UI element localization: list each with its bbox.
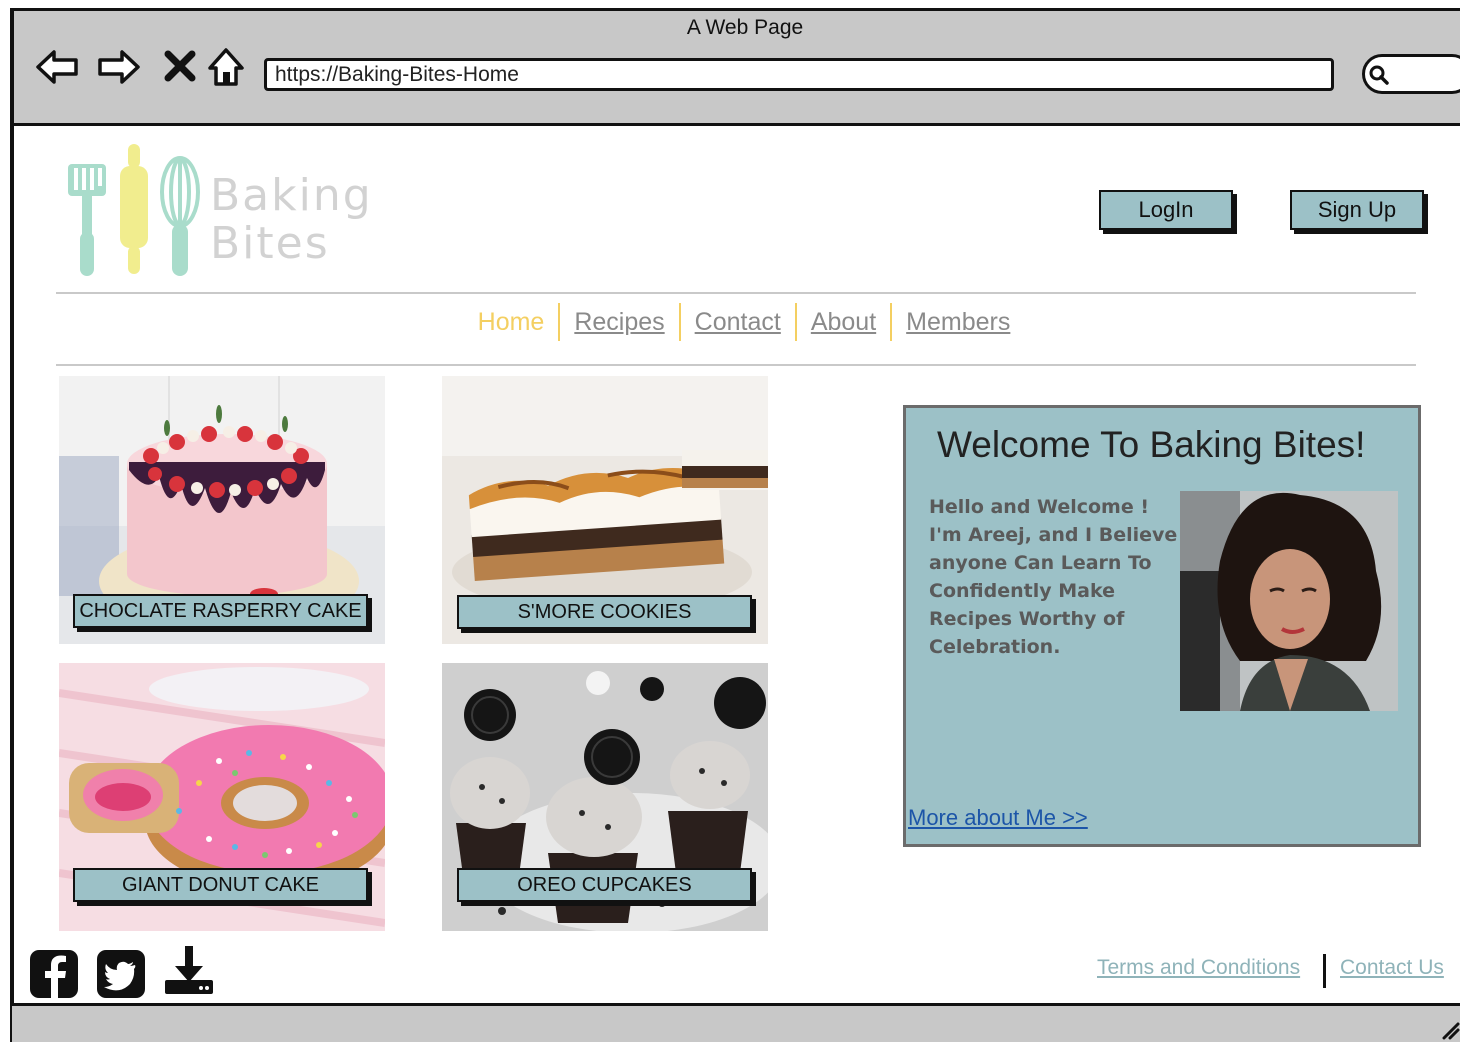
address-bar[interactable]: https://Baking-Bites-Home	[264, 58, 1334, 91]
welcome-text: Hello and Welcome ! I'm Areej, and I Bel…	[929, 496, 1178, 658]
window-title: A Web Page	[686, 16, 804, 39]
close-icon[interactable]	[158, 44, 204, 90]
terms-link[interactable]: Terms and Conditions	[1097, 956, 1300, 980]
divider	[56, 292, 1416, 294]
brand-name-line2: Bites	[210, 218, 330, 269]
footer-separator	[1323, 954, 1326, 988]
more-about-me-link[interactable]: More about Me >>	[908, 805, 1088, 831]
brand-name-line1: Baking	[210, 170, 373, 221]
nav-item-home[interactable]: Home	[464, 308, 559, 337]
status-bar	[12, 1003, 1460, 1042]
welcome-title: Welcome To Baking Bites!	[937, 424, 1366, 465]
divider	[56, 364, 1416, 366]
avatar	[1180, 491, 1398, 711]
facebook-icon[interactable]	[28, 948, 80, 1000]
download-icon[interactable]	[163, 944, 215, 996]
window-frame	[10, 8, 14, 1042]
signup-button[interactable]: Sign Up	[1290, 190, 1424, 230]
main-nav: Home Recipes Contact About Members	[0, 303, 1460, 341]
search-icon	[1369, 65, 1389, 85]
nav-item-members[interactable]: Members	[892, 308, 1024, 337]
product-label-donut-cake[interactable]: GIANT DONUT CAKE	[73, 868, 368, 902]
resize-grip-icon[interactable]	[1440, 1018, 1460, 1040]
product-label-smore-cookies[interactable]: S'MORE COOKIES	[457, 595, 752, 629]
product-label-raspberry-cake[interactable]: CHOCLATE RASPERRY CAKE	[73, 594, 368, 628]
forward-arrow-icon[interactable]	[96, 44, 142, 90]
nav-item-about[interactable]: About	[797, 308, 890, 337]
contact-us-link[interactable]: Contact Us	[1340, 956, 1444, 980]
nav-item-recipes[interactable]: Recipes	[560, 308, 678, 337]
home-icon[interactable]	[204, 44, 250, 90]
back-arrow-icon[interactable]	[34, 44, 80, 90]
twitter-icon[interactable]	[95, 948, 147, 1000]
product-label-oreo-cupcakes[interactable]: OREO CUPCAKES	[457, 868, 752, 902]
login-button[interactable]: LogIn	[1099, 190, 1233, 230]
nav-item-contact[interactable]: Contact	[681, 308, 795, 337]
